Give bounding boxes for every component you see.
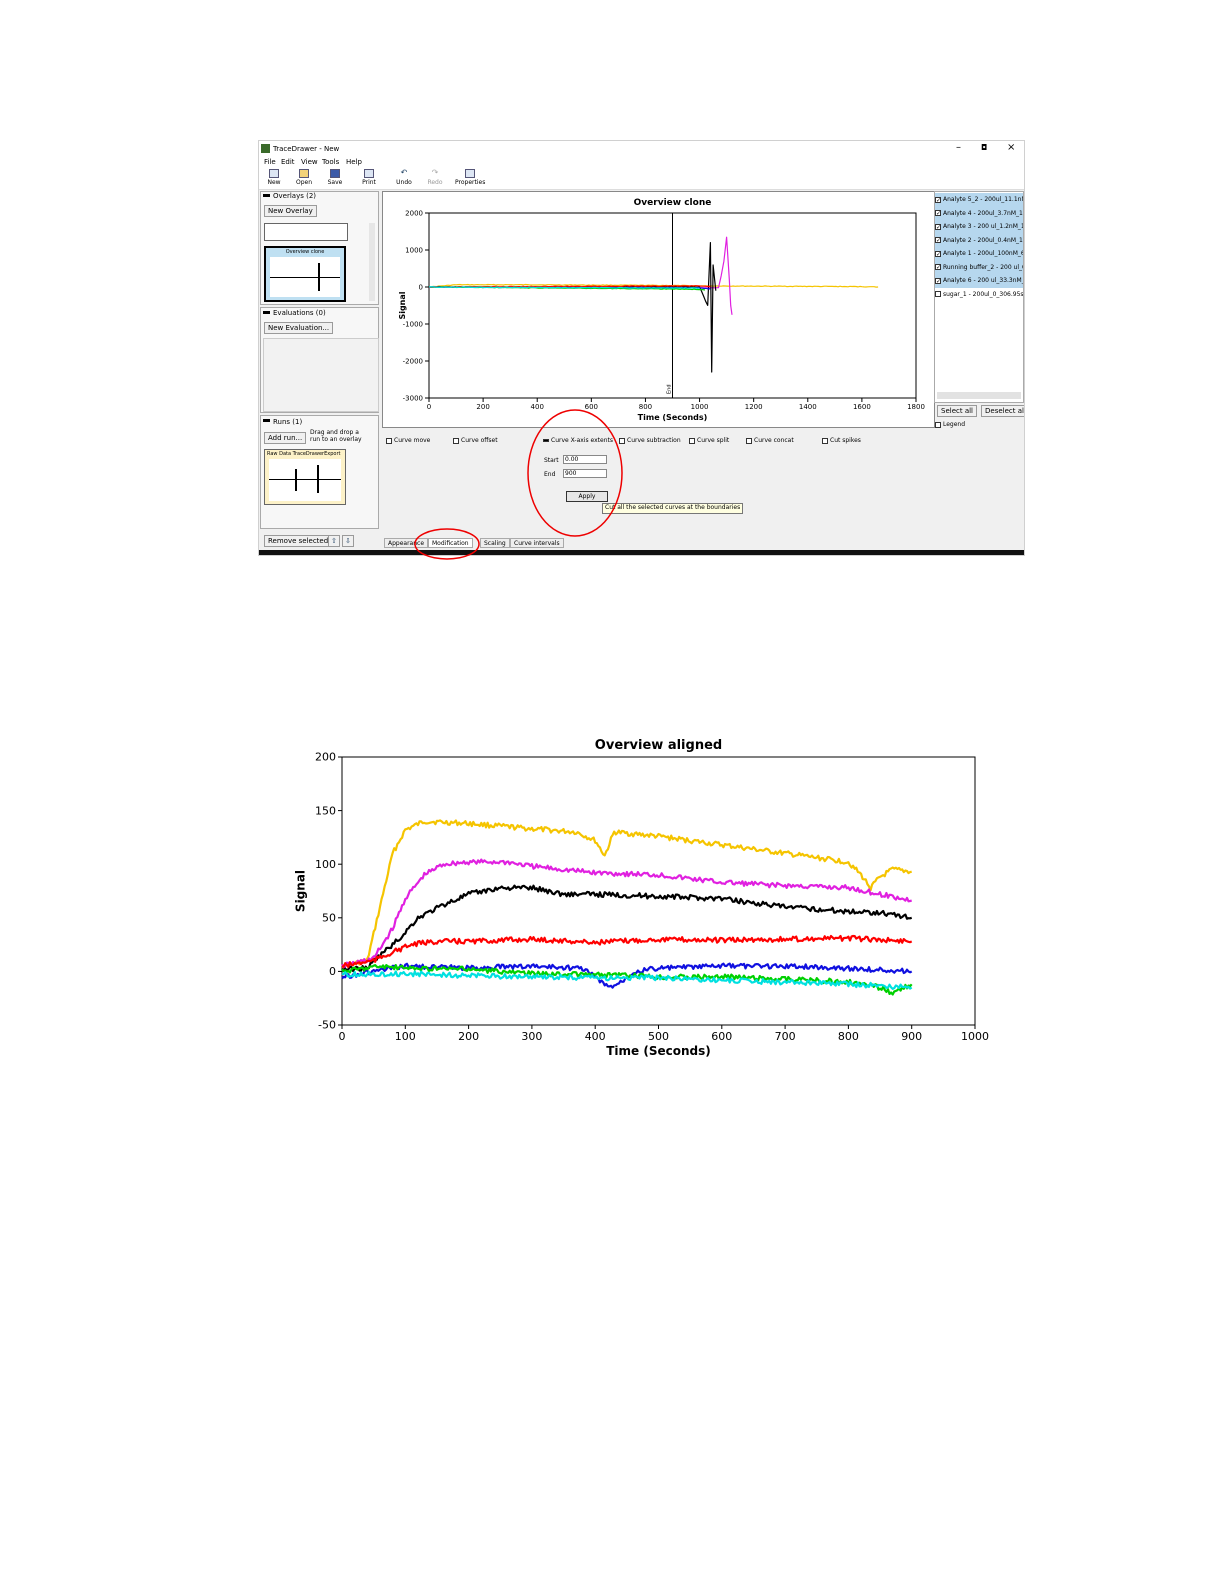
x-tick-label: 500	[648, 1030, 669, 1043]
annotation-layer	[414, 409, 623, 560]
x-tick-label: 200	[458, 1030, 479, 1043]
x-axis-label: Time (Seconds)	[606, 1044, 711, 1058]
y-tick-label: 0	[329, 965, 336, 978]
y-axis-label: Signal	[294, 870, 308, 912]
annotation-circle-tab	[414, 528, 480, 560]
annotation-circle-extents	[527, 409, 623, 537]
series-line	[341, 964, 913, 996]
series-line	[341, 884, 913, 973]
series-line	[341, 819, 912, 970]
y-tick-label: 50	[322, 911, 336, 924]
x-tick-label: 1000	[961, 1030, 989, 1043]
overview-aligned-chart[interactable]: Overview aligned0 100 200 300 400 500 600 700 80…	[280, 725, 1010, 1075]
x-tick-label: 600	[711, 1030, 732, 1043]
series-line	[341, 934, 913, 969]
x-tick-label: 900	[901, 1030, 922, 1043]
y-tick-label: 100	[315, 858, 336, 871]
x-tick-label: 300	[521, 1030, 542, 1043]
y-tick-label: 200	[315, 751, 336, 764]
x-tick-label: 800	[838, 1030, 859, 1043]
x-tick-label: 0	[339, 1030, 346, 1043]
chart-title: Overview aligned	[595, 738, 722, 753]
x-tick-label: 100	[395, 1030, 416, 1043]
x-tick-label: 400	[585, 1030, 606, 1043]
series-line	[341, 858, 912, 969]
x-tick-label: 700	[775, 1030, 796, 1043]
y-tick-label: -50	[318, 1019, 336, 1032]
y-tick-label: 150	[315, 804, 336, 817]
